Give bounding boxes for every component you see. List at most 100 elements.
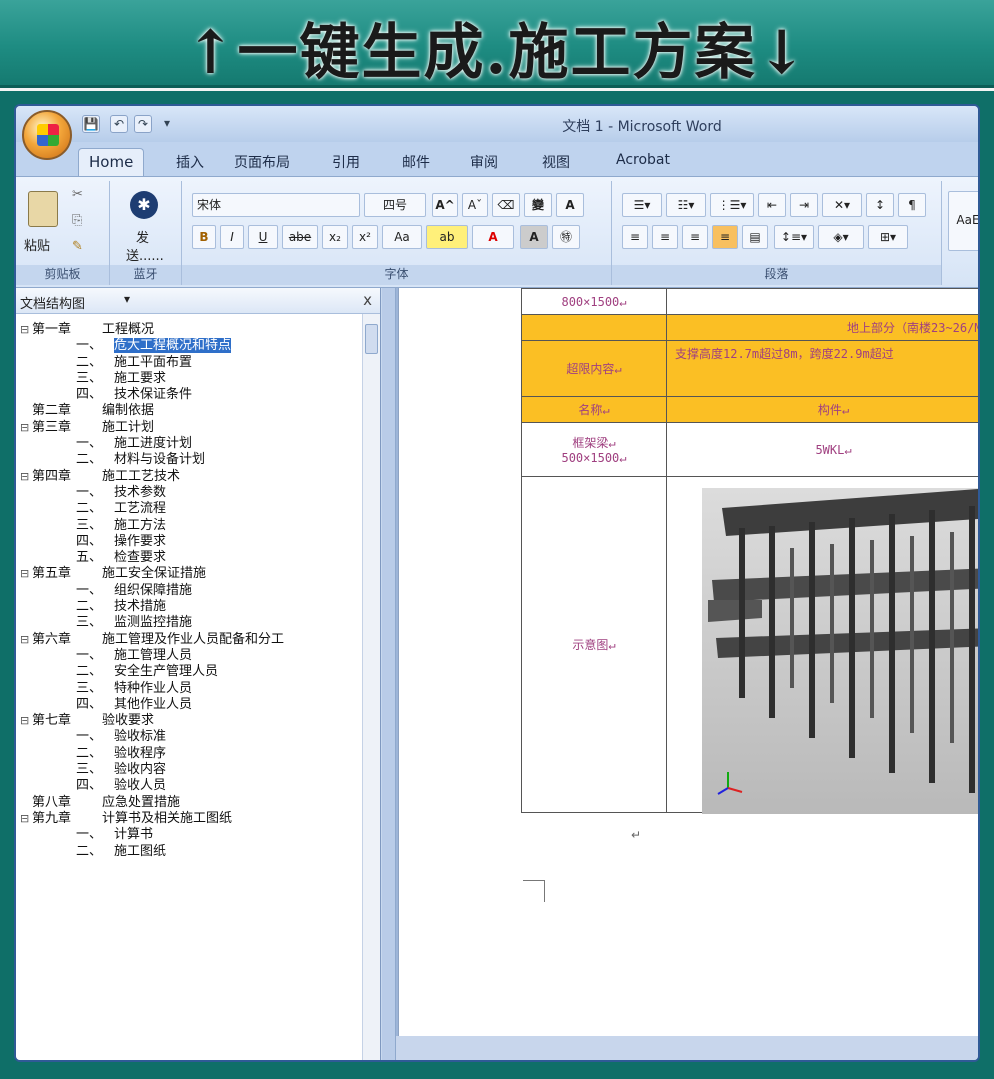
styles-preview[interactable]: AaE: [948, 191, 978, 251]
phonetic-guide-button[interactable]: 變: [524, 193, 552, 217]
document-map-item[interactable]: ⊟ 第四章 施工工艺技术: [20, 469, 356, 485]
numbering-button[interactable]: ☷▾: [666, 193, 706, 217]
bluetooth-icon[interactable]: ✱: [130, 191, 158, 219]
underline-button[interactable]: U: [248, 225, 278, 249]
tab-view[interactable]: 视图: [532, 148, 580, 176]
enclose-char-button[interactable]: ㊕: [552, 225, 580, 249]
document-map-item[interactable]: 三、 施工方法: [20, 518, 356, 534]
document-map-item[interactable]: 二、 技术措施: [20, 599, 356, 615]
tab-acrobat[interactable]: Acrobat: [606, 148, 680, 172]
grow-font-button[interactable]: A^: [432, 193, 458, 217]
tab-references[interactable]: 引用: [322, 148, 370, 176]
char-border-button[interactable]: A: [556, 193, 584, 217]
subscript-button[interactable]: x₂: [322, 225, 348, 249]
collapse-toggle-icon[interactable]: ⊟: [20, 811, 32, 827]
document-map-item[interactable]: ⊟ 第一章 工程概况: [20, 322, 356, 338]
document-map-item[interactable]: 一、 组织保障措施: [20, 583, 356, 599]
tab-review[interactable]: 审阅: [460, 148, 508, 176]
document-map-item[interactable]: 第二章 编制依据: [20, 403, 356, 419]
scrollbar-thumb[interactable]: [365, 324, 378, 354]
document-map-item[interactable]: 一、 技术参数: [20, 485, 356, 501]
char-shading-button[interactable]: A: [520, 225, 548, 249]
collapse-toggle-icon[interactable]: ⊟: [20, 420, 32, 436]
collapse-toggle-icon[interactable]: ⊟: [20, 322, 32, 338]
sort-button[interactable]: ↕: [866, 193, 894, 217]
cut-icon[interactable]: ✂: [72, 187, 83, 202]
document-map-item[interactable]: 四、 其他作业人员: [20, 697, 356, 713]
align-center-button[interactable]: ≡: [652, 225, 678, 249]
document-map-item[interactable]: 二、 施工图纸: [20, 844, 356, 860]
send-label[interactable]: 发: [136, 227, 149, 246]
bold-button[interactable]: B: [192, 225, 216, 249]
increase-indent-button[interactable]: ⇥: [790, 193, 818, 217]
document-map-item[interactable]: ⊟ 第三章 施工计划: [20, 420, 356, 436]
multilevel-list-button[interactable]: ⋮☰▾: [710, 193, 754, 217]
font-name-select[interactable]: 宋体: [192, 193, 360, 217]
document-map-item[interactable]: 二、 工艺流程: [20, 501, 356, 517]
document-map-item[interactable]: 二、 验收程序: [20, 746, 356, 762]
collapse-toggle-icon[interactable]: ⊟: [20, 713, 32, 729]
document-map-item[interactable]: ⊟ 第六章 施工管理及作业人员配备和分工: [20, 632, 356, 648]
document-map-item[interactable]: 四、 操作要求: [20, 534, 356, 550]
tab-home[interactable]: Home: [78, 148, 145, 178]
horizontal-scrollbar[interactable]: [396, 1036, 978, 1060]
change-case-button[interactable]: Aa: [382, 225, 422, 249]
document-map-item[interactable]: 一、 施工进度计划: [20, 436, 356, 452]
tab-insert[interactable]: 插入: [166, 148, 214, 176]
document-map-item[interactable]: 三、 监测监控措施: [20, 615, 356, 631]
document-map-item[interactable]: 二、 安全生产管理人员: [20, 664, 356, 680]
document-map-item[interactable]: 五、 检查要求: [20, 550, 356, 566]
copy-icon[interactable]: ⎘: [72, 213, 82, 228]
superscript-button[interactable]: x²: [352, 225, 378, 249]
office-button[interactable]: [22, 110, 72, 160]
clear-format-button[interactable]: ⌫: [492, 193, 520, 217]
document-map-item[interactable]: ⊟ 第九章 计算书及相关施工图纸: [20, 811, 356, 827]
close-icon[interactable]: x: [363, 291, 372, 309]
borders-button[interactable]: ⊞▾: [868, 225, 908, 249]
highlight-button[interactable]: ab: [426, 225, 468, 249]
document-map-item[interactable]: 二、 施工平面布置: [20, 355, 356, 371]
document-map-item[interactable]: 一、 施工管理人员: [20, 648, 356, 664]
strikethrough-button[interactable]: abe: [282, 225, 318, 249]
paste-icon[interactable]: [28, 191, 58, 227]
collapse-toggle-icon[interactable]: ⊟: [20, 632, 32, 648]
collapse-toggle-icon[interactable]: ⊟: [20, 566, 32, 582]
document-map-item[interactable]: 四、 技术保证条件: [20, 387, 356, 403]
document-map-item[interactable]: 三、 验收内容: [20, 762, 356, 778]
document-map-item[interactable]: 一、 危大工程概况和特点: [20, 338, 356, 354]
document-map-item[interactable]: 二、 材料与设备计划: [20, 452, 356, 468]
line-spacing-button[interactable]: ↕≡▾: [774, 225, 814, 249]
chinese-layout-button[interactable]: ✕▾: [822, 193, 862, 217]
document-map-item[interactable]: ⊟ 第七章 验收要求: [20, 713, 356, 729]
send-label-2[interactable]: 送......: [126, 245, 164, 264]
document-map-item[interactable]: 三、 施工要求: [20, 371, 356, 387]
document-map-item[interactable]: 三、 特种作业人员: [20, 681, 356, 697]
document-map-item[interactable]: 一、 验收标准: [20, 729, 356, 745]
document-map-scrollbar[interactable]: [362, 314, 380, 1060]
item-title: 施工安全保证措施: [102, 566, 207, 582]
font-size-select[interactable]: 四号: [364, 193, 426, 217]
tab-page-layout[interactable]: 页面布局: [224, 148, 300, 176]
shrink-font-button[interactable]: Aˇ: [462, 193, 488, 217]
collapse-toggle-icon[interactable]: ⊟: [20, 469, 32, 485]
document-map-item[interactable]: 一、 计算书: [20, 827, 356, 843]
item-number: 二、: [75, 745, 102, 761]
align-right-button[interactable]: ≡: [682, 225, 708, 249]
document-map-item[interactable]: ⊟ 第五章 施工安全保证措施: [20, 566, 356, 582]
italic-button[interactable]: I: [220, 225, 244, 249]
align-left-button[interactable]: ≡: [622, 225, 648, 249]
format-painter-icon[interactable]: ✎: [72, 239, 83, 254]
show-marks-button[interactable]: ¶: [898, 193, 926, 217]
tab-mailings[interactable]: 邮件: [392, 148, 440, 176]
bullets-button[interactable]: ☰▾: [622, 193, 662, 217]
justify-button[interactable]: ≡: [712, 225, 738, 249]
paste-label[interactable]: 粘贴: [24, 235, 50, 254]
item-number: 四、: [75, 778, 102, 794]
shading-button[interactable]: ◈▾: [818, 225, 864, 249]
document-map-item[interactable]: 四、 验收人员: [20, 778, 356, 794]
distributed-button[interactable]: ▤: [742, 225, 768, 249]
document-map-item[interactable]: 第八章 应急处置措施: [20, 795, 356, 811]
decrease-indent-button[interactable]: ⇤: [758, 193, 786, 217]
font-color-button[interactable]: A: [472, 225, 514, 249]
document-map-dropdown[interactable]: ▾: [124, 292, 164, 310]
